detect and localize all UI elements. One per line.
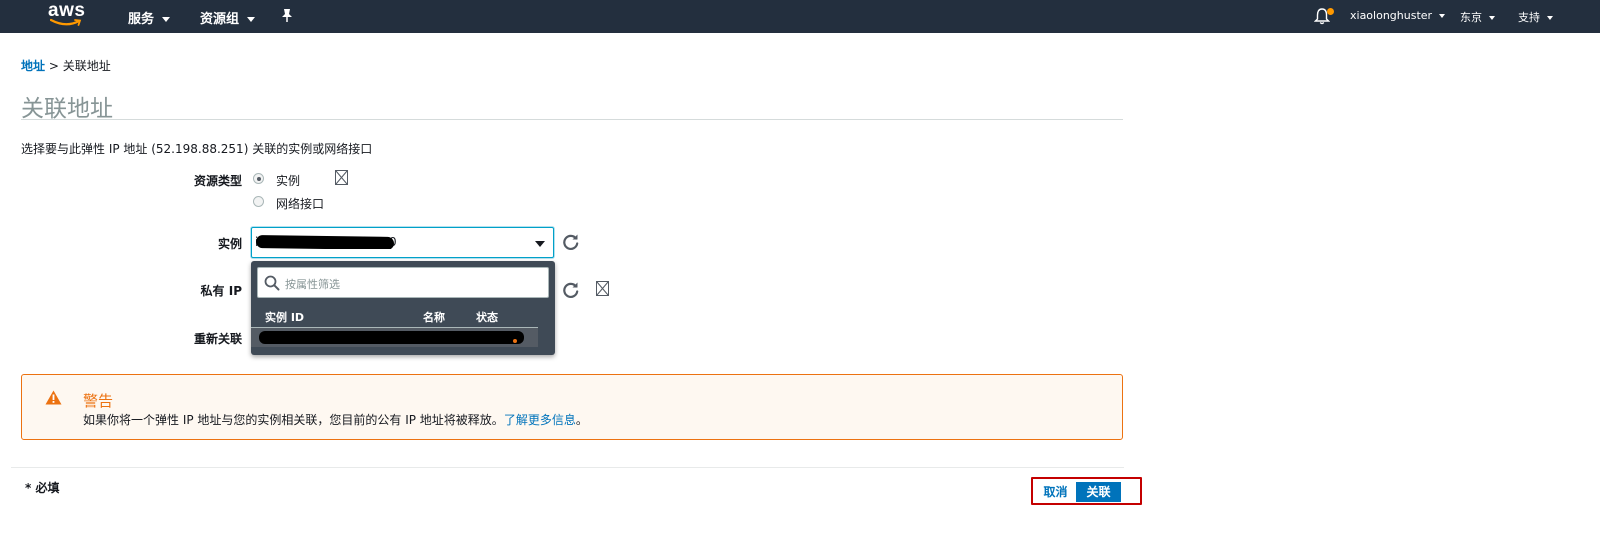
page-title: 关联地址 (21, 96, 113, 122)
radio-network-interface[interactable] (253, 196, 264, 207)
redaction-mark (255, 235, 395, 249)
aws-smile-icon (50, 18, 82, 26)
services-menu[interactable]: 服务 (128, 8, 171, 27)
resource-type-label: 资源类型 (193, 174, 242, 188)
notification-badge (1327, 8, 1334, 15)
radio-network-interface-label[interactable]: 网络接口 (276, 195, 324, 212)
chevron-down-icon (1489, 16, 1495, 20)
state-indicator (513, 339, 517, 343)
warning-message: 如果你将一个弹性 IP 地址与您的实例相关联，您目前的公有 IP 地址将被释放。… (83, 411, 588, 428)
warning-title: 警告 (83, 392, 114, 410)
resource-groups-label: 资源组 (200, 12, 240, 27)
services-label: 服务 (128, 12, 155, 27)
username-label: xiaolonghuster (1350, 9, 1433, 22)
chevron-down-icon (1439, 14, 1446, 18)
associate-button[interactable]: 关联 (1076, 482, 1121, 502)
learn-more-link[interactable]: 了解更多信息 (504, 413, 576, 427)
chevron-down-icon (247, 17, 256, 22)
footer-divider (11, 467, 1124, 468)
region-menu[interactable]: 东京 (1460, 9, 1495, 25)
breadcrumb-current: 关联地址 (62, 59, 111, 73)
reassociate-label: 重新关联 (193, 332, 242, 346)
chevron-down-icon (1547, 16, 1553, 20)
warning-text: 如果你将一个弹性 IP 地址与您的实例相关联，您目前的公有 IP 地址将被释放。 (83, 413, 504, 427)
top-navigation-bar: aws 服务 资源组 xiaolonghuster 东京 支持 (0, 0, 1600, 33)
warning-alert: 警告 如果你将一个弹性 IP 地址与您的实例相关联，您目前的公有 IP 地址将被… (21, 374, 1123, 440)
chevron-down-icon (162, 17, 171, 22)
column-header-name: 名称 (423, 311, 445, 324)
redaction-mark (259, 331, 524, 344)
instance-dropdown-panel: 按属性筛选 实例 ID 名称 状态 (251, 261, 555, 355)
page-description: 选择要与此弹性 IP 地址 (52.198.88.251) 关联的实例或网络接口 (21, 142, 373, 156)
region-label: 东京 (1460, 11, 1482, 24)
warning-icon (45, 390, 62, 405)
resource-groups-menu[interactable]: 资源组 (200, 8, 256, 27)
required-note: * 必填 (25, 481, 60, 495)
support-menu[interactable]: 支持 (1518, 9, 1553, 25)
breadcrumb-link-addresses[interactable]: 地址 (21, 59, 45, 73)
instance-select[interactable]: i-0f00ddb7981d6d5220 (251, 227, 554, 258)
cancel-button[interactable]: 取消 (1035, 482, 1076, 502)
filter-input[interactable]: 按属性筛选 (257, 267, 549, 298)
support-label: 支持 (1518, 11, 1540, 24)
filter-placeholder: 按属性筛选 (285, 278, 340, 291)
instance-select-value: i-0f00ddb7981d6d5220 (255, 235, 535, 249)
radio-instance-label[interactable]: 实例 (276, 172, 300, 189)
column-header-state: 状态 (476, 311, 498, 324)
refresh-icon[interactable] (562, 281, 580, 299)
refresh-icon[interactable] (562, 233, 580, 251)
info-icon[interactable] (335, 170, 348, 185)
instance-label: 实例 (217, 237, 242, 251)
pin-icon[interactable] (281, 8, 293, 23)
account-menu[interactable]: xiaolonghuster (1350, 9, 1446, 22)
search-icon (264, 275, 280, 291)
title-divider (21, 119, 1123, 120)
breadcrumb: 地址 > 关联地址 (21, 57, 111, 74)
instance-option-row[interactable] (251, 328, 538, 347)
aws-logo[interactable]: aws (46, 0, 86, 30)
warning-trailing: 。 (575, 413, 588, 427)
chevron-down-icon[interactable] (535, 241, 545, 247)
breadcrumb-separator: > (48, 59, 59, 73)
column-header-instance-id: 实例 ID (265, 311, 305, 324)
private-ip-label: 私有 IP (200, 284, 242, 298)
info-icon[interactable] (596, 281, 609, 296)
radio-instance[interactable] (253, 173, 264, 184)
